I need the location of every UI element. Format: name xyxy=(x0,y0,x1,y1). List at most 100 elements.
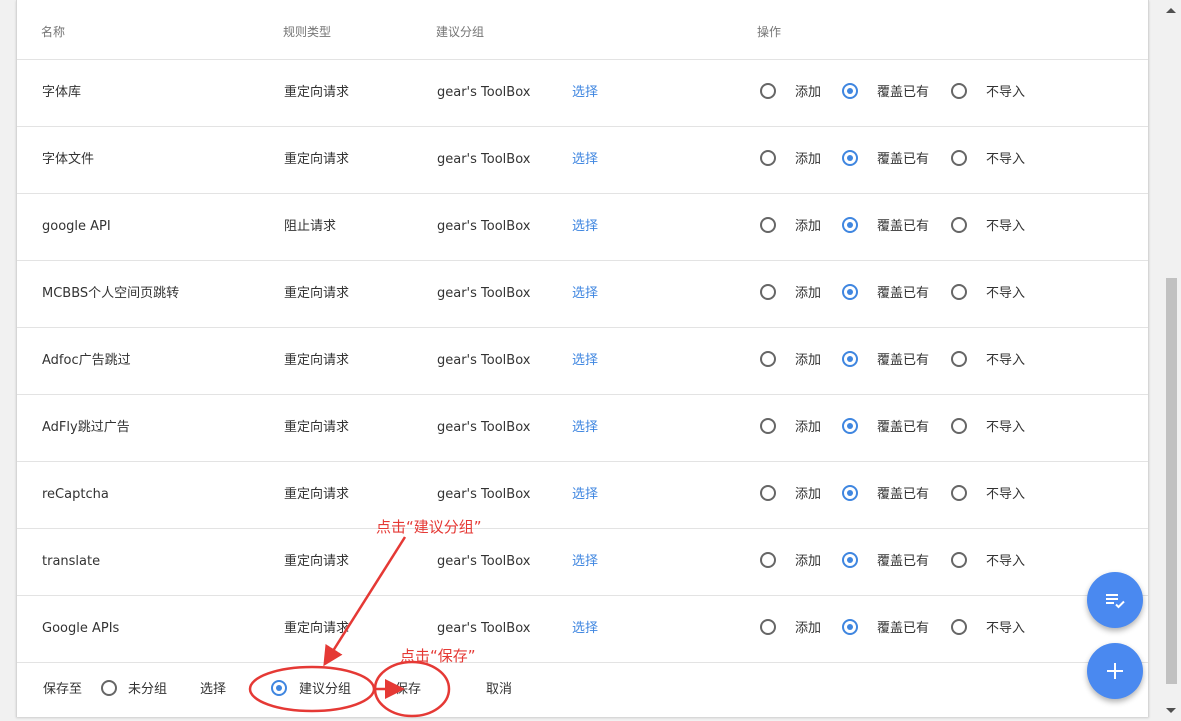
add-label[interactable]: 添加 xyxy=(795,462,821,528)
add-label[interactable]: 添加 xyxy=(795,261,821,327)
rule-name: google API xyxy=(42,219,111,234)
overwrite-radio[interactable] xyxy=(842,418,858,434)
select-group-link[interactable]: 选择 xyxy=(572,462,598,528)
overwrite-radio[interactable] xyxy=(842,485,858,501)
overwrite-radio[interactable] xyxy=(842,83,858,99)
plus-icon xyxy=(1107,663,1123,679)
rule-type: 重定向请求 xyxy=(284,353,350,368)
add-label[interactable]: 添加 xyxy=(795,60,821,126)
skip-radio[interactable] xyxy=(951,217,967,233)
table-row: 字体文件 重定向请求 gear's ToolBox 选择 添加 覆盖已有 不导入 xyxy=(17,127,1148,194)
playlist-check-button[interactable] xyxy=(1087,572,1143,628)
rule-group: gear's ToolBox xyxy=(437,152,531,167)
skip-label[interactable]: 不导入 xyxy=(986,395,1025,461)
skip-radio[interactable] xyxy=(951,485,967,501)
select-group-link[interactable]: 选择 xyxy=(572,261,598,327)
header-group: 建议分组 xyxy=(436,25,485,39)
overwrite-label[interactable]: 覆盖已有 xyxy=(877,529,929,595)
add-label[interactable]: 添加 xyxy=(795,194,821,260)
rule-type: 重定向请求 xyxy=(284,554,350,569)
select-group-link[interactable]: 选择 xyxy=(572,395,598,461)
add-label[interactable]: 添加 xyxy=(795,596,821,662)
skip-label[interactable]: 不导入 xyxy=(986,261,1025,327)
overwrite-radio[interactable] xyxy=(842,150,858,166)
skip-radio[interactable] xyxy=(951,418,967,434)
select-group-link[interactable]: 选择 xyxy=(572,194,598,260)
rule-type: 重定向请求 xyxy=(284,152,350,167)
add-radio[interactable] xyxy=(760,217,776,233)
select-group-link[interactable]: 选择 xyxy=(572,127,598,193)
cancel-button[interactable]: 取消 xyxy=(486,662,512,717)
add-radio[interactable] xyxy=(760,351,776,367)
overwrite-label[interactable]: 覆盖已有 xyxy=(877,261,929,327)
scroll-down-arrow-icon[interactable] xyxy=(1166,708,1176,713)
select-group-link[interactable]: 选择 xyxy=(572,596,598,662)
skip-label[interactable]: 不导入 xyxy=(986,60,1025,126)
add-label[interactable]: 添加 xyxy=(795,127,821,193)
scroll-thumb[interactable] xyxy=(1166,278,1177,684)
skip-radio[interactable] xyxy=(951,83,967,99)
overwrite-label[interactable]: 覆盖已有 xyxy=(877,328,929,394)
overwrite-label[interactable]: 覆盖已有 xyxy=(877,60,929,126)
skip-label[interactable]: 不导入 xyxy=(986,462,1025,528)
overwrite-label[interactable]: 覆盖已有 xyxy=(877,596,929,662)
overwrite-radio[interactable] xyxy=(842,217,858,233)
overwrite-label[interactable]: 覆盖已有 xyxy=(877,194,929,260)
ungrouped-label[interactable]: 未分组 xyxy=(128,662,167,717)
rule-group: gear's ToolBox xyxy=(437,219,531,234)
rule-type: 重定向请求 xyxy=(284,85,350,100)
overwrite-label[interactable]: 覆盖已有 xyxy=(877,462,929,528)
scrollbar[interactable] xyxy=(1163,0,1181,721)
select-group-link[interactable]: 选择 xyxy=(572,60,598,126)
rule-name: AdFly跳过广告 xyxy=(42,420,130,435)
add-radio[interactable] xyxy=(760,284,776,300)
add-label[interactable]: 添加 xyxy=(795,395,821,461)
skip-label[interactable]: 不导入 xyxy=(986,194,1025,260)
add-radio[interactable] xyxy=(760,418,776,434)
add-radio[interactable] xyxy=(760,485,776,501)
ungrouped-radio[interactable] xyxy=(101,680,117,696)
select-group-link[interactable]: 选择 xyxy=(572,529,598,595)
rule-group: gear's ToolBox xyxy=(437,420,531,435)
skip-radio[interactable] xyxy=(951,619,967,635)
suggested-group-label[interactable]: 建议分组 xyxy=(299,662,351,717)
rule-type: 重定向请求 xyxy=(284,487,350,502)
add-radio[interactable] xyxy=(760,83,776,99)
skip-label[interactable]: 不导入 xyxy=(986,127,1025,193)
annotation-click-group: 点击“建议分组” xyxy=(376,518,482,536)
add-button[interactable] xyxy=(1087,643,1143,699)
skip-radio[interactable] xyxy=(951,150,967,166)
suggested-group-radio[interactable] xyxy=(271,680,287,696)
add-label[interactable]: 添加 xyxy=(795,529,821,595)
add-radio[interactable] xyxy=(760,552,776,568)
overwrite-radio[interactable] xyxy=(842,351,858,367)
table-row: Google APIs 重定向请求 gear's ToolBox 选择 添加 覆盖已有 不导… xyxy=(17,596,1148,663)
annotation-click-save: 点击“保存” xyxy=(400,647,476,665)
select-group-link[interactable]: 选择 xyxy=(572,328,598,394)
scroll-up-arrow-icon[interactable] xyxy=(1166,8,1176,13)
rule-group: gear's ToolBox xyxy=(437,85,531,100)
overwrite-label[interactable]: 覆盖已有 xyxy=(877,127,929,193)
rule-name: Google APIs xyxy=(42,621,120,636)
table-row: AdFly跳过广告 重定向请求 gear's ToolBox 选择 添加 覆盖已有 不导入 xyxy=(17,395,1148,462)
overwrite-radio[interactable] xyxy=(842,552,858,568)
skip-radio[interactable] xyxy=(951,284,967,300)
rule-type: 阻止请求 xyxy=(284,219,337,234)
overwrite-radio[interactable] xyxy=(842,619,858,635)
overwrite-label[interactable]: 覆盖已有 xyxy=(877,395,929,461)
skip-radio[interactable] xyxy=(951,552,967,568)
table-row: google API 阻止请求 gear's ToolBox 选择 添加 覆盖已有 不导入 xyxy=(17,194,1148,261)
skip-label[interactable]: 不导入 xyxy=(986,596,1025,662)
overwrite-radio[interactable] xyxy=(842,284,858,300)
table-row: Adfoc广告跳过 重定向请求 gear's ToolBox 选择 添加 覆盖已有 不导入 xyxy=(17,328,1148,395)
add-label[interactable]: 添加 xyxy=(795,328,821,394)
table-row: 字体库 重定向请求 gear's ToolBox 选择 添加 覆盖已有 不导入 xyxy=(17,60,1148,127)
save-button[interactable]: 保存 xyxy=(395,662,421,717)
rule-type: 重定向请求 xyxy=(284,621,350,636)
skip-label[interactable]: 不导入 xyxy=(986,328,1025,394)
add-radio[interactable] xyxy=(760,150,776,166)
skip-radio[interactable] xyxy=(951,351,967,367)
skip-label[interactable]: 不导入 xyxy=(986,529,1025,595)
footer-select-link[interactable]: 选择 xyxy=(200,662,226,717)
add-radio[interactable] xyxy=(760,619,776,635)
